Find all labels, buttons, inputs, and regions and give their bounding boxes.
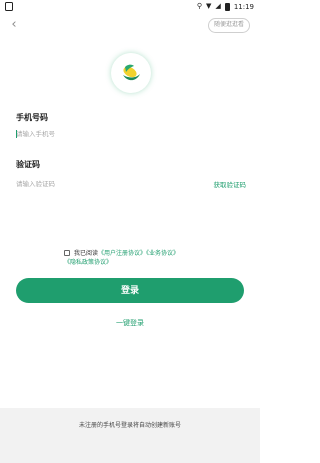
footer-note: 未注册的手机号登录将自动创建新账号 (78, 422, 181, 429)
phone-input[interactable] (16, 127, 166, 141)
top-bar: ‹ 随便逛逛看 (0, 15, 260, 35)
status-bar: ⚲ ▼ ◢ 11:19 (0, 0, 260, 13)
app-logo (111, 53, 151, 93)
service-agreement-link[interactable]: 《业务协议》 (146, 250, 179, 257)
sim-card-icon (5, 2, 13, 11)
one-click-login-link[interactable]: 一键登录 (0, 318, 260, 328)
battery-icon (224, 2, 230, 11)
get-code-button[interactable]: 获取验证码 (214, 179, 247, 189)
signal-icon: ◢ (215, 2, 221, 10)
location-icon: ⚲ (196, 2, 203, 10)
agree-checkbox[interactable] (64, 250, 70, 256)
phone-row (16, 127, 246, 141)
browse-button[interactable]: 随便逛逛看 (207, 18, 250, 33)
status-time: 11:19 (233, 2, 254, 11)
back-icon[interactable]: ‹ (8, 18, 20, 32)
text-cursor (16, 130, 17, 138)
code-row: 获取验证码 (16, 177, 246, 191)
code-label: 验证码 (16, 160, 40, 169)
user-agreement-link[interactable]: 《用户注册协议》 (98, 250, 146, 257)
agreement-prefix: 我已阅读 (74, 250, 99, 257)
privacy-policy-link[interactable]: 《隐私政策协议》 (64, 259, 112, 266)
phone-label: 手机号码 (16, 113, 48, 122)
login-button[interactable]: 登录 (16, 278, 244, 303)
footer: 未注册的手机号登录将自动创建新账号 (0, 408, 260, 463)
corn-logo-icon (123, 64, 140, 81)
code-input[interactable] (16, 177, 166, 191)
wifi-icon: ▼ (206, 2, 212, 10)
agreement: 我已阅读《用户注册协议》《业务协议》 《隐私政策协议》 (64, 249, 214, 267)
